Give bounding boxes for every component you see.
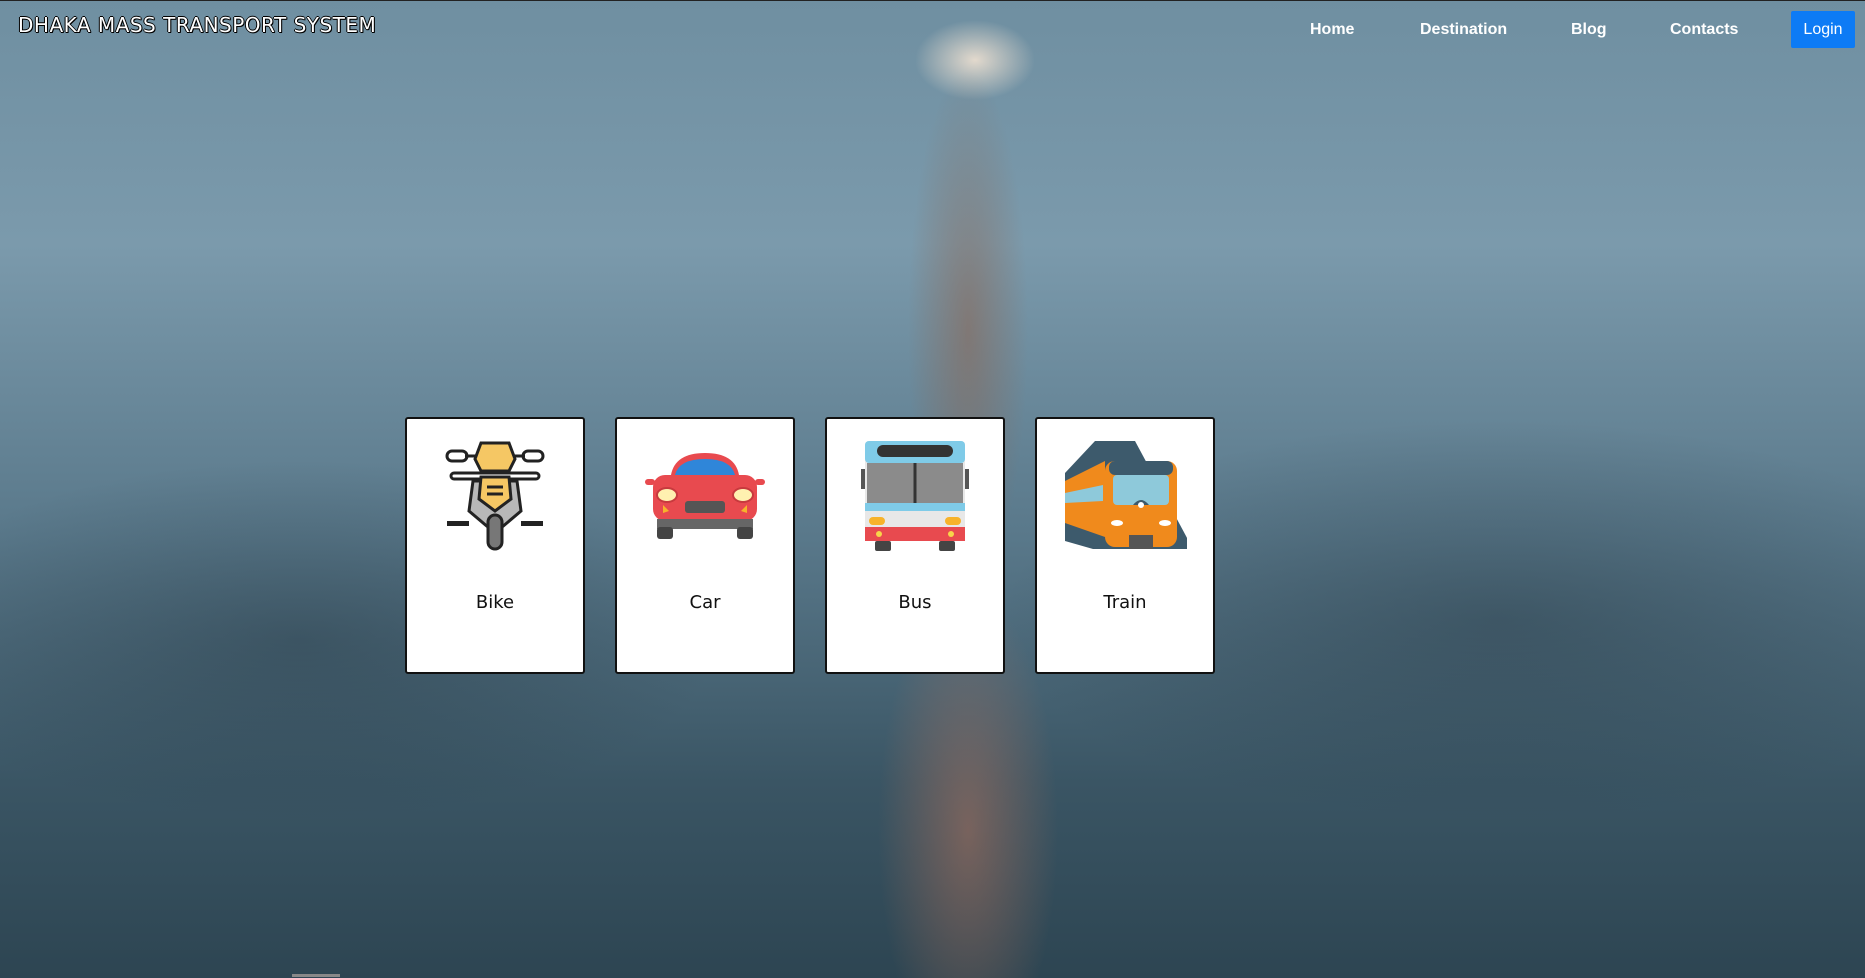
navbar: DHAKA MASS TRANSPORT SYSTEM Home Destina… bbox=[0, 0, 1865, 57]
scrollbar-thumb[interactable] bbox=[292, 974, 340, 977]
card-label: Car bbox=[689, 592, 721, 613]
card-label: Bus bbox=[898, 592, 932, 613]
nav-link-contacts[interactable]: Contacts bbox=[1670, 21, 1738, 39]
bus-icon bbox=[861, 441, 969, 551]
nav-link-home[interactable]: Home bbox=[1310, 21, 1354, 39]
nav-link-destination[interactable]: Destination bbox=[1420, 21, 1507, 39]
login-button[interactable]: Login bbox=[1791, 11, 1855, 48]
transport-card-car[interactable]: Car bbox=[615, 417, 795, 674]
transport-card-bike[interactable]: Bike bbox=[405, 417, 585, 674]
motorcycle-icon bbox=[445, 441, 545, 551]
car-icon bbox=[645, 441, 765, 551]
transport-card-bus[interactable]: Bus bbox=[825, 417, 1005, 674]
site-brand[interactable]: DHAKA MASS TRANSPORT SYSTEM bbox=[18, 13, 376, 37]
card-label: Bike bbox=[475, 592, 515, 613]
transport-card-train[interactable]: Train bbox=[1035, 417, 1215, 674]
card-label: Train bbox=[1103, 592, 1147, 613]
nav-link-blog[interactable]: Blog bbox=[1571, 21, 1607, 39]
train-icon bbox=[1065, 441, 1187, 551]
